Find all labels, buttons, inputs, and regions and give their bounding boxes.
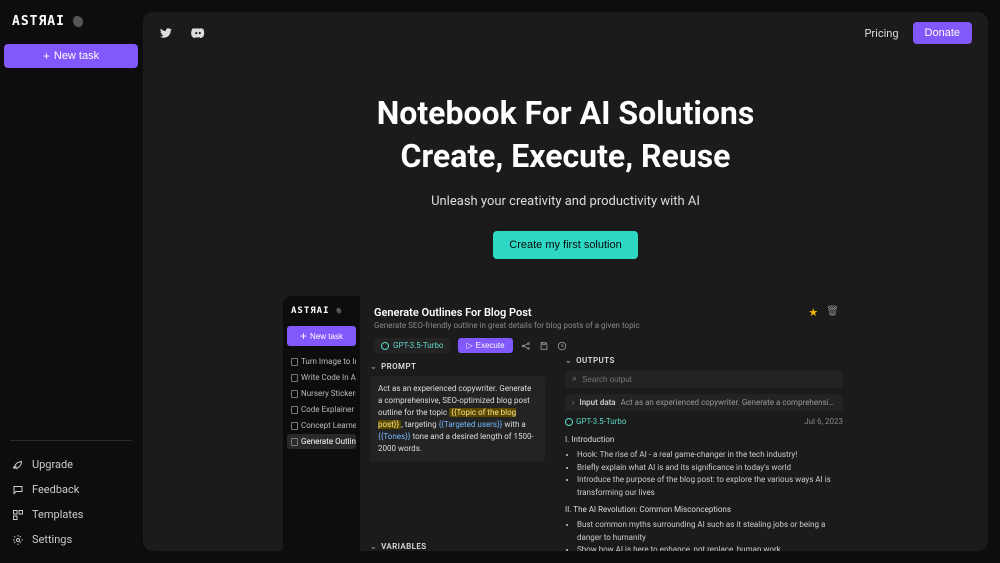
search-icon: ⌕ [572, 374, 577, 384]
document-icon [291, 390, 298, 398]
plus-icon: + [300, 330, 307, 342]
rocket-icon [12, 459, 24, 471]
outline-bullet: Hook: The rise of AI - a real game-chang… [577, 449, 843, 462]
share-icon[interactable] [521, 341, 531, 351]
templates-icon [12, 509, 24, 521]
input-data-row[interactable]: › Input data Act as an experienced copyw… [565, 394, 843, 411]
app-sidebar: ASTЯAI + New task Upgrade Feedback Templ… [0, 0, 142, 563]
outline-bullet: Bust common myths surrounding AI such as… [577, 519, 843, 545]
outline-bullet: Show how AI is here to enhance, not repl… [577, 544, 843, 551]
preview-task-item[interactable]: Code Explainer [287, 402, 356, 417]
hero-title-line2: Create, Execute, Reuse [401, 137, 731, 175]
chat-icon [12, 484, 24, 496]
main-panel: Pricing Donate Notebook For AI Solutions… [143, 12, 988, 551]
output-date: Jul 6, 2023 [804, 417, 843, 426]
preview-new-task-button[interactable]: + New task [287, 326, 356, 346]
document-icon [291, 438, 298, 446]
plus-icon: + [43, 50, 50, 62]
discord-icon[interactable] [191, 26, 205, 40]
preview-theme-toggle-icon[interactable] [334, 308, 340, 314]
divider [10, 440, 132, 441]
document-icon [291, 374, 298, 382]
sidebar-item-settings[interactable]: Settings [10, 530, 132, 549]
product-preview: ASTЯAI + New task Turn Image to Ima…Writ… [283, 296, 853, 551]
create-first-solution-button[interactable]: Create my first solution [493, 231, 637, 259]
chevron-down-icon[interactable]: ⌄ [565, 356, 572, 365]
donate-button[interactable]: Donate [913, 22, 972, 44]
new-task-label: New task [54, 50, 99, 62]
play-icon: ▷ [466, 341, 472, 350]
model-ring-icon [565, 418, 573, 426]
chevron-down-icon[interactable]: ⌄ [370, 362, 377, 371]
model-chip[interactable]: GPT-3.5-Turbo [374, 338, 450, 353]
chevron-down-icon[interactable]: ⌄ [370, 542, 377, 551]
brand-logo: ASTЯAI [12, 14, 65, 29]
document-icon [291, 406, 298, 414]
document-icon [291, 422, 298, 430]
preview-task-item[interactable]: Write Code In Any… [287, 370, 356, 385]
history-icon[interactable] [557, 341, 567, 351]
hero-title-line1: Notebook For AI Solutions [377, 94, 755, 132]
theme-toggle-icon[interactable] [71, 16, 83, 28]
model-ring-icon [381, 342, 389, 350]
execute-button[interactable]: ▷ Execute [458, 338, 512, 353]
preview-task-item[interactable]: Concept Learner [287, 418, 356, 433]
trash-icon[interactable]: 🗑 [826, 306, 839, 319]
preview-task-item[interactable]: Turn Image to Ima… [287, 354, 356, 369]
outline-bullet: Briefly explain what AI is and its signi… [577, 462, 843, 475]
preview-task-title: Generate Outlines For Blog Post [374, 306, 640, 319]
search-output-input[interactable] [582, 375, 836, 384]
star-icon[interactable]: ★ [808, 306, 818, 319]
output-outline: I. Introduction Hook: The rise of AI - a… [565, 434, 843, 551]
new-task-button[interactable]: + New task [4, 44, 138, 68]
prompt-editor[interactable]: Act as an experienced copywriter. Genera… [370, 376, 545, 462]
twitter-icon[interactable] [159, 26, 173, 40]
save-icon[interactable] [539, 341, 549, 351]
hero-subtitle: Unleash your creativity and productivity… [143, 194, 988, 209]
sidebar-item-feedback[interactable]: Feedback [10, 480, 132, 499]
preview-task-subtitle: Generate SEO-friendly outline in great d… [374, 321, 640, 330]
preview-sidebar: ASTЯAI + New task Turn Image to Ima…Writ… [283, 296, 360, 551]
gear-icon [12, 534, 24, 546]
preview-task-item[interactable]: Nursery Stickers D… [287, 386, 356, 401]
outline-bullet: Introduce the purpose of the blog post: … [577, 474, 843, 500]
sidebar-item-upgrade[interactable]: Upgrade [10, 455, 132, 474]
document-icon [291, 358, 298, 366]
preview-task-item[interactable]: Generate Outlines… [287, 434, 356, 449]
search-output-box[interactable]: ⌕ [565, 370, 843, 388]
preview-brand-logo: ASTЯAI [291, 306, 330, 316]
pricing-link[interactable]: Pricing [864, 27, 898, 40]
chevron-right-icon: › [572, 398, 574, 407]
sidebar-item-templates[interactable]: Templates [10, 505, 132, 524]
